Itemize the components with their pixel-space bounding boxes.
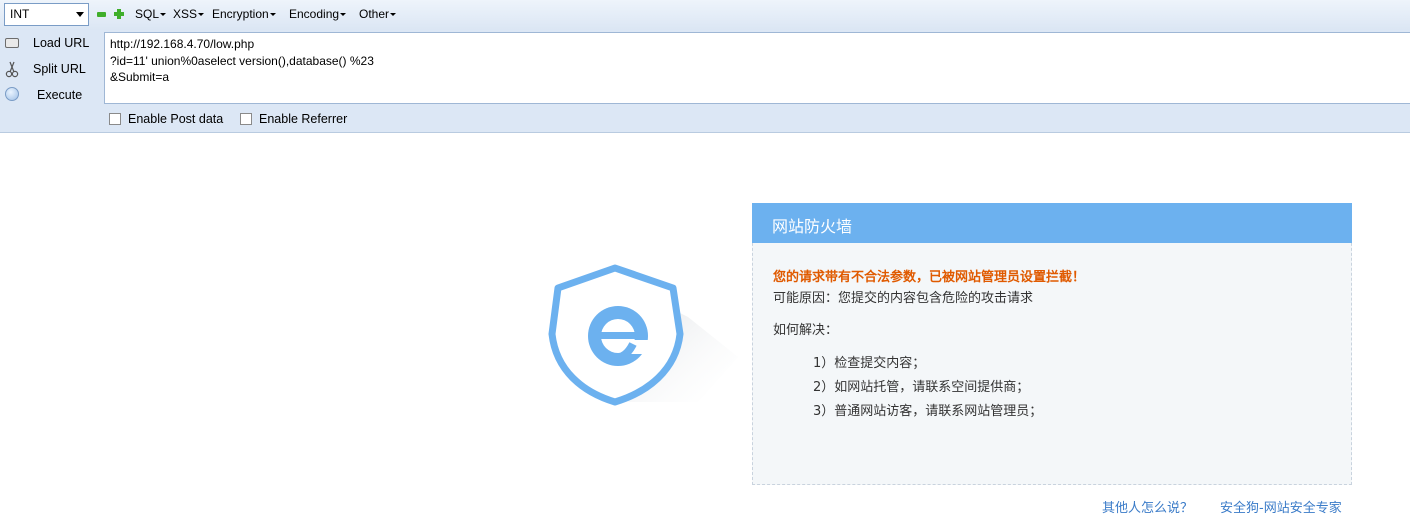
menu-arrow-icon xyxy=(160,13,167,17)
menu-encoding[interactable]: Encoding xyxy=(289,7,347,21)
scissors-icon xyxy=(5,61,19,78)
menu-arrow-icon xyxy=(390,13,397,17)
url-line-2: ?id=11' union%0aselect version(),databas… xyxy=(110,53,374,68)
menu-other[interactable]: Other xyxy=(359,7,397,21)
menu-encoding-label: Encoding xyxy=(289,7,340,21)
menu-arrow-icon xyxy=(198,13,205,17)
firewall-title: 网站防火墙 xyxy=(752,203,1352,243)
url-line-3: &Submit=a xyxy=(110,70,170,84)
menu-xss[interactable]: XSS xyxy=(173,7,205,21)
load-url-button[interactable]: Load URL xyxy=(0,32,100,54)
hackbar-menu-bar: INT SQL XSS Encryption Encoding Other xyxy=(0,0,1410,30)
possible-reason: 可能原因：您提交的内容包含危险的攻击请求 xyxy=(773,291,1034,306)
hackbar-toolbar: INT SQL XSS Encryption Encoding Other Lo… xyxy=(0,0,1410,133)
menu-arrow-icon xyxy=(269,13,276,17)
solution-step-2: 2）如网站托管，请联系空间提供商； xyxy=(813,380,1030,395)
encoding-type-select[interactable]: INT xyxy=(4,3,89,26)
menu-sql[interactable]: SQL xyxy=(135,7,167,21)
execute-button[interactable]: Execute xyxy=(0,84,100,106)
menu-arrow-icon xyxy=(340,13,347,17)
solution-step-3: 3）普通网站访客，请联系网站管理员； xyxy=(813,404,1043,419)
solution-label: 如何解决： xyxy=(773,323,839,338)
menu-encryption-label: Encryption xyxy=(212,7,269,21)
menu-sql-label: SQL xyxy=(135,7,160,21)
safedog-brand-link[interactable]: 安全狗-网站安全专家 xyxy=(1220,497,1342,516)
play-icon xyxy=(5,87,19,101)
blocked-warning: 您的请求带有不合法参数，已被网站管理员设置拦截！ xyxy=(773,270,1086,285)
url-line-1: http://192.168.4.70/low.php xyxy=(110,37,255,51)
checkbox-box[interactable] xyxy=(240,113,252,125)
enable-post-label: Enable Post data xyxy=(128,112,224,126)
increase-icon[interactable] xyxy=(114,9,124,19)
execute-label: Execute xyxy=(37,88,83,102)
menu-encryption[interactable]: Encryption xyxy=(212,7,276,21)
decrease-icon[interactable] xyxy=(97,12,106,17)
others-opinion-link[interactable]: 其他人怎么说？ xyxy=(1102,497,1193,516)
solution-step-1: 1）检查提交内容； xyxy=(813,356,926,371)
dropdown-arrow-icon xyxy=(76,12,84,17)
menu-other-label: Other xyxy=(359,7,390,21)
split-url-label: Split URL xyxy=(33,62,86,76)
url-textarea[interactable]: http://192.168.4.70/low.php ?id=11' union… xyxy=(104,32,1410,104)
menu-xss-label: XSS xyxy=(173,7,198,21)
firewall-panel xyxy=(752,203,1352,485)
enable-referrer-label: Enable Referrer xyxy=(259,112,348,126)
checkbox-box[interactable] xyxy=(109,113,121,125)
load-url-label: Load URL xyxy=(33,36,90,50)
split-url-button[interactable]: Split URL xyxy=(0,58,100,80)
encoding-type-value: INT xyxy=(10,7,30,21)
shield-logo-icon xyxy=(548,262,738,422)
load-url-icon xyxy=(5,38,19,48)
